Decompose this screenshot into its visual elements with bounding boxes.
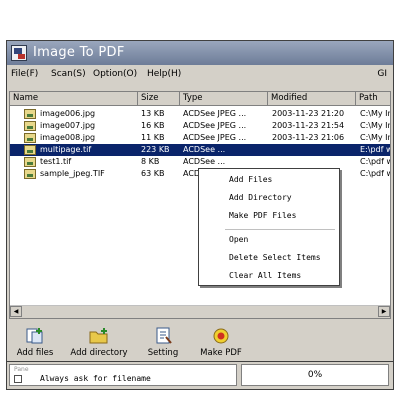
file-name: multipage.tif [40,145,92,154]
column-header-modified[interactable]: Modified [268,92,356,106]
status-bar: Pane Always ask for filename 0% [6,362,394,390]
table-row-selected[interactable]: multipage.tif 223 KB ACDSee ... E:\pdf w [10,144,390,156]
scroll-right-arrow-icon[interactable]: ▶ [378,306,390,317]
menu-option[interactable]: Option(O) [93,69,137,79]
file-type: ACDSee JPEG ... [183,121,247,130]
context-menu-clear-all-items[interactable]: Clear All Items [229,271,301,280]
file-size: 223 KB [141,145,170,154]
menu-help[interactable]: Help(H) [147,69,181,79]
file-size: 8 KB [141,157,160,166]
menu-scan[interactable]: Scan(S) [51,69,86,79]
app-icon [11,45,27,61]
file-type: ACDSee ... [183,145,226,154]
scroll-left-arrow-icon[interactable]: ◀ [10,306,22,317]
tiff-file-icon [24,169,36,179]
context-menu-make-pdf-files[interactable]: Make PDF Files [229,211,296,220]
image-file-icon [24,133,36,143]
window-title: Image To PDF [33,45,125,60]
file-name: sample_jpeg.TIF [40,169,105,178]
status-panel-left: Pane Always ask for filename [9,364,237,386]
file-path: C:\pdf w [360,157,390,166]
file-name: image006.jpg [40,109,96,118]
make-pdf-icon [210,327,232,345]
setting-label: Setting [147,348,179,358]
menu-bar: File(F) Scan(S) Option(O) Help(H) GI [7,67,393,83]
horizontal-scrollbar[interactable]: ◀ ▶ [10,305,390,318]
file-type: ACDSee JPEG ... [183,133,247,142]
add-files-label: Add files [16,348,54,358]
file-path: C:\pdf w [360,169,390,178]
context-menu: Add Files Add Directory Make PDF Files O… [198,168,340,286]
column-header-type[interactable]: Type [180,92,268,106]
add-directory-icon [88,327,110,345]
context-menu-add-files[interactable]: Add Files [229,175,272,184]
add-files-icon [24,327,46,345]
file-name: image008.jpg [40,133,96,142]
always-ask-label: Always ask for filename [40,374,151,383]
add-files-button[interactable]: Add files [11,327,59,358]
file-name: test1.tif [40,157,72,166]
file-type: ACDSee JPEG ... [183,109,247,118]
file-path: C:\My In [360,133,390,142]
progress-panel: 0% [241,364,389,386]
file-modified: 2003-11-23 21:54 [272,121,345,130]
file-modified: 2003-11-23 21:20 [272,109,345,118]
table-row[interactable]: image008.jpg 11 KB ACDSee JPEG ... 2003-… [10,132,390,144]
column-header-path[interactable]: Path [356,92,390,106]
menu-right-label[interactable]: GI [377,69,387,79]
context-menu-delete-select-items[interactable]: Delete Select Items [229,253,321,262]
file-modified: 2003-11-23 21:06 [272,133,345,142]
column-header-name[interactable]: Name [10,92,138,106]
add-directory-label: Add directory [70,348,128,358]
image-file-icon [24,121,36,131]
context-menu-open[interactable]: Open [229,235,248,244]
image-file-icon [24,109,36,119]
column-header-size[interactable]: Size [138,92,180,106]
file-size: 16 KB [141,121,165,130]
file-path: C:\My In [360,121,390,130]
title-bar[interactable]: Image To PDF [7,41,393,65]
table-row[interactable]: image007.jpg 16 KB ACDSee JPEG ... 2003-… [10,120,390,132]
toolbar: Add files Add directory Setting Make PDF [7,323,393,361]
make-pdf-label: Make PDF [200,348,242,358]
file-size: 11 KB [141,133,165,142]
file-type: ACDSee ... [183,157,226,166]
tiff-file-icon [24,145,36,155]
file-path: C:\My In [360,109,390,118]
file-name: image007.jpg [40,121,96,130]
status-faint-text: Pane [14,366,29,373]
add-directory-button[interactable]: Add directory [67,327,131,358]
file-size: 63 KB [141,169,165,178]
menu-file[interactable]: File(F) [11,69,38,79]
file-size: 13 KB [141,109,165,118]
table-row[interactable]: test1.tif 8 KB ACDSee ... C:\pdf w [10,156,390,168]
make-pdf-button[interactable]: Make PDF [197,327,245,358]
context-menu-separator [225,229,335,230]
table-row[interactable]: image006.jpg 13 KB ACDSee JPEG ... 2003-… [10,108,390,120]
setting-icon [152,327,174,345]
tiff-file-icon [24,157,36,167]
file-path: E:\pdf w [360,145,390,154]
context-menu-add-directory[interactable]: Add Directory [229,193,292,202]
always-ask-checkbox[interactable] [14,375,22,383]
setting-button[interactable]: Setting [141,327,185,358]
